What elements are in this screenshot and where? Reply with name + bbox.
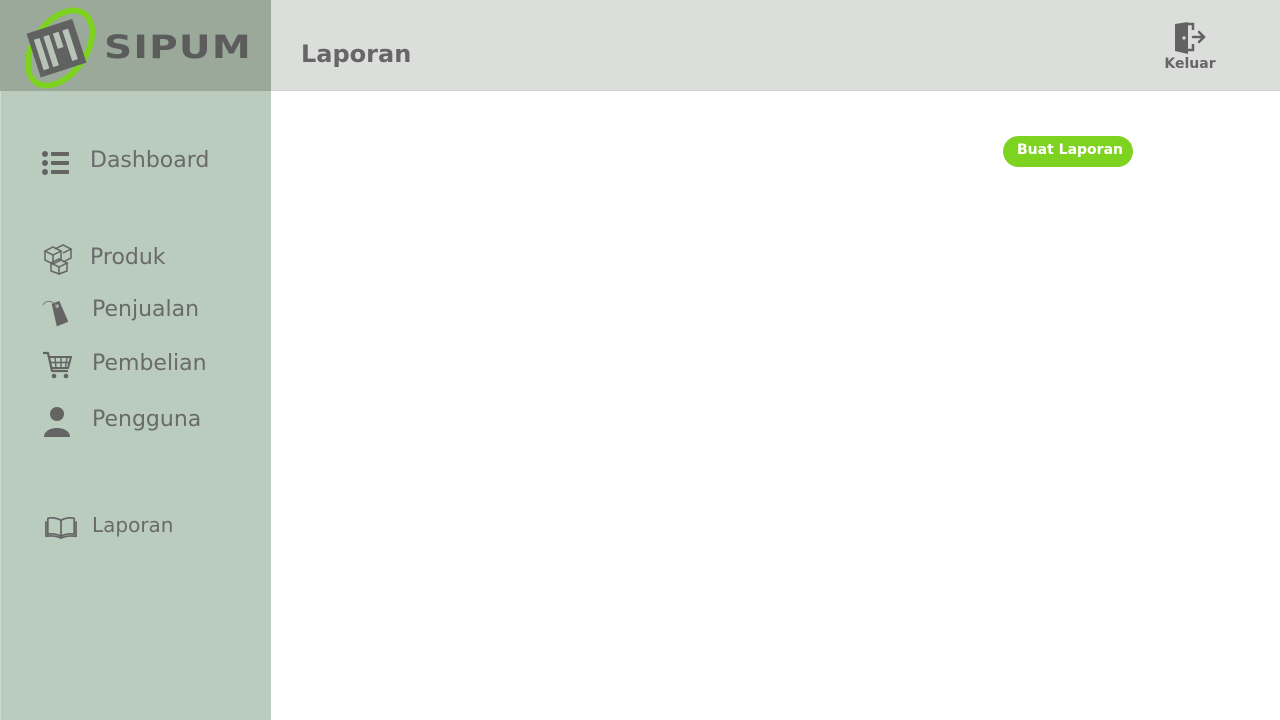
sidebar-item-produk[interactable]: Produk — [1, 237, 271, 281]
logout-button[interactable]: Keluar — [1159, 18, 1221, 78]
sidebar-item-pembelian[interactable]: Pembelian — [1, 343, 271, 387]
sidebar-item-dashboard[interactable]: Dashboard — [1, 140, 271, 184]
tag-icon — [42, 300, 69, 327]
main-content: Buat Laporan — [271, 91, 1280, 720]
boxes-icon — [43, 244, 73, 275]
sidebar-item-label: Pembelian — [92, 351, 207, 376]
sidebar-item-pengguna[interactable]: Pengguna — [1, 399, 271, 443]
sidebar-item-laporan[interactable]: Laporan — [1, 503, 271, 547]
sidebar-item-label: Penjualan — [92, 297, 200, 322]
page-title: Laporan — [301, 40, 412, 68]
cart-icon — [43, 351, 73, 379]
top-bar: Laporan Keluar — [271, 0, 1280, 91]
logout-label: Keluar — [1164, 56, 1216, 72]
sidebar: Dashboard Produk Penjualan Pembelian Pen… — [0, 91, 271, 720]
book-icon — [45, 517, 77, 540]
sidebar-item-label: Produk — [90, 245, 166, 270]
door-exit-icon — [1175, 22, 1206, 54]
sidebar-item-penjualan[interactable]: Penjualan — [1, 289, 271, 333]
sidebar-item-label: Pengguna — [92, 407, 202, 432]
logo: SIPUM — [0, 0, 271, 91]
sidebar-item-label: Laporan — [92, 513, 174, 537]
logo-mark-icon — [24, 7, 96, 89]
sidebar-item-label: Dashboard — [90, 148, 210, 173]
create-report-button[interactable]: Buat Laporan — [1003, 136, 1133, 167]
logo-text: SIPUM — [104, 28, 252, 66]
user-icon — [44, 407, 70, 437]
list-icon — [42, 151, 69, 175]
